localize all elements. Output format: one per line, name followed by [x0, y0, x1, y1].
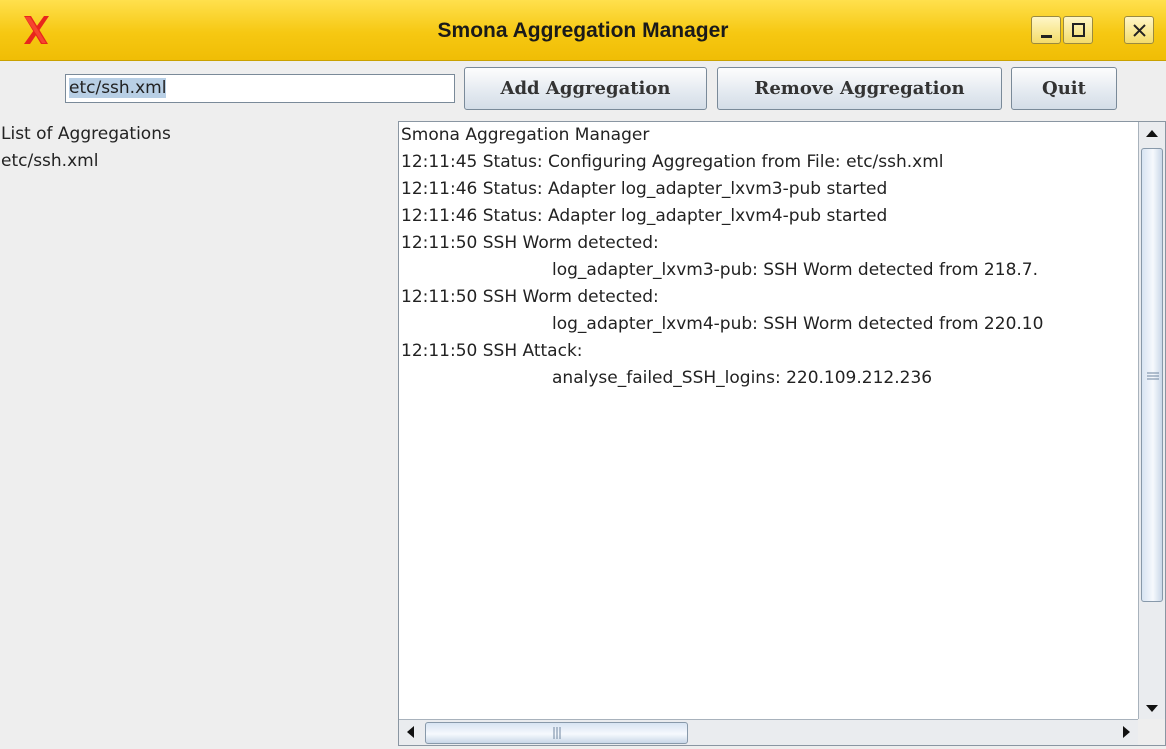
window-title: Smona Aggregation Manager — [437, 19, 729, 42]
toolbar: etc/ssh.xml Add Aggregation Remove Aggre… — [0, 61, 1166, 121]
log-line: analyse_failed_SSH_logins: 220.109.212.2… — [552, 368, 933, 388]
vertical-scrollbar[interactable] — [1138, 122, 1165, 720]
log-line: 12:11:46 Status: Adapter log_adapter_lxv… — [401, 206, 888, 226]
main-window: Smona Aggregation Manager etc/ssh.xml Ad… — [0, 0, 1166, 749]
scroll-up-icon[interactable] — [1139, 122, 1165, 146]
quit-button[interactable]: Quit — [1011, 67, 1117, 110]
add-aggregation-button[interactable]: Add Aggregation — [464, 67, 707, 110]
scroll-corner — [1138, 719, 1165, 745]
log-line: Smona Aggregation Manager — [401, 125, 650, 145]
log-line: 12:11:50 SSH Worm detected: — [401, 233, 659, 253]
log-text-area[interactable]: Smona Aggregation Manager 12:11:45 Statu… — [399, 122, 1137, 720]
log-panel[interactable]: Smona Aggregation Manager 12:11:45 Statu… — [398, 121, 1166, 746]
maximize-button[interactable] — [1063, 16, 1093, 44]
minimize-icon — [1041, 35, 1052, 38]
scroll-right-icon[interactable] — [1114, 720, 1138, 744]
log-line: log_adapter_lxvm4-pub: SSH Worm detected… — [552, 314, 1044, 334]
horizontal-scroll-thumb[interactable] — [425, 722, 688, 744]
close-icon — [1133, 24, 1146, 37]
vertical-scroll-thumb[interactable] — [1141, 148, 1163, 602]
remove-aggregation-button[interactable]: Remove Aggregation — [717, 67, 1002, 110]
aggregation-list-header: List of Aggregations — [1, 124, 171, 144]
horizontal-scrollbar[interactable] — [399, 719, 1138, 745]
maximize-icon — [1072, 23, 1085, 37]
log-line: log_adapter_lxvm3-pub: SSH Worm detected… — [552, 260, 1039, 280]
aggregation-file-input[interactable]: etc/ssh.xml — [65, 74, 455, 103]
log-line: 12:11:50 SSH Attack: — [401, 341, 583, 361]
close-button[interactable] — [1124, 16, 1154, 44]
log-line: 12:11:45 Status: Configuring Aggregation… — [401, 152, 944, 172]
aggregation-file-value: etc/ssh.xml — [69, 78, 167, 98]
minimize-button[interactable] — [1031, 16, 1061, 44]
grip-icon — [1147, 372, 1159, 380]
title-bar[interactable]: Smona Aggregation Manager — [0, 0, 1166, 61]
log-line: 12:11:46 Status: Adapter log_adapter_lxv… — [401, 179, 888, 199]
grip-icon — [553, 727, 561, 739]
scroll-down-icon[interactable] — [1139, 696, 1165, 720]
log-line: 12:11:50 SSH Worm detected: — [401, 287, 659, 307]
aggregation-list: List of Aggregations etc/ssh.xml — [0, 121, 390, 749]
scroll-left-icon[interactable] — [399, 720, 423, 744]
list-item[interactable]: etc/ssh.xml — [0, 148, 390, 175]
